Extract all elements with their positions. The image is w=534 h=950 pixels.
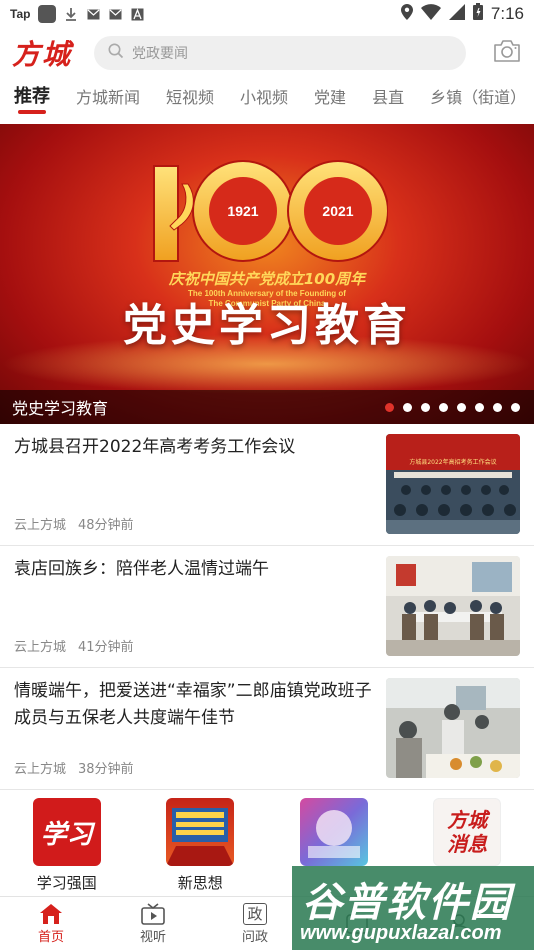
emblem-year-start: 1921: [227, 203, 258, 219]
news-title: 方城县召开2022年高考考务工作会议: [14, 437, 296, 457]
carousel-dot[interactable]: [403, 402, 412, 412]
carousel-dot[interactable]: [493, 402, 502, 412]
nav-video[interactable]: 视听: [102, 897, 204, 950]
tab-towns[interactable]: 乡镇（街道）: [430, 78, 526, 118]
app-label: 新思想: [177, 874, 223, 892]
fangcheng-news-icon-text: 方城消息: [447, 808, 488, 856]
nav-label: 首页: [37, 930, 64, 945]
news-thumbnail: 方城县2022年高招考务工作会议: [386, 434, 520, 534]
app-label: 学习强国: [36, 874, 97, 892]
banner-caption-bar: 党史学习教育: [0, 390, 534, 424]
carousel-dot[interactable]: [439, 402, 448, 412]
emblem-year-end: 2021: [322, 203, 353, 219]
thumb-caption: 方城县2022年高招考务工作会议: [409, 458, 496, 466]
news-meta: 云上方城 48分钟前: [14, 514, 146, 533]
tab-recommend[interactable]: 推荐: [14, 78, 50, 118]
news-title: 袁店回族乡：陪伴老人温情过端午: [14, 559, 269, 579]
zheng-icon: 政: [243, 902, 267, 926]
mail-icon: [86, 7, 100, 21]
news-item[interactable]: 情暖端午，把爱送进“幸福家”二郎庙镇党政班子成员与五保老人共度端午佳节 云上方城…: [0, 668, 534, 790]
search-icon: [108, 43, 124, 63]
news-title: 情暖端午，把爱送进“幸福家”二郎庙镇党政班子成员与五保老人共度端午佳节: [14, 681, 372, 728]
tab-mini-video[interactable]: 小视频: [240, 78, 288, 118]
news-time: 48分钟前: [78, 518, 134, 533]
battery-icon: [472, 3, 483, 25]
app-logo: 方城: [12, 38, 73, 71]
tab-party-building[interactable]: 党建: [314, 78, 346, 118]
app-header: 方城 党政要闻: [0, 30, 534, 76]
banner-carousel[interactable]: 1921 2021 庆祝中国共产党成立100周年 The 100th Anniv…: [0, 124, 534, 424]
category-tabs: 推荐 方城新闻 短视频 小视频 党建 县直 乡镇（街道）: [0, 78, 534, 122]
notification-app-icon: [38, 5, 57, 23]
news-thumbnail: [386, 556, 520, 656]
carousel-indicator: [385, 402, 520, 412]
app-new-thought[interactable]: 新思想: [134, 790, 268, 898]
news-source: 云上方城: [14, 762, 67, 777]
news-source: 云上方城: [14, 640, 67, 655]
download-icon: [64, 7, 78, 21]
tab-county[interactable]: 县直: [372, 78, 404, 118]
xuexi-icon-text: 学习: [40, 819, 93, 850]
news-meta: 云上方城 41分钟前: [14, 636, 146, 655]
banner-caption: 党史学习教育: [12, 399, 109, 418]
tv-icon: [141, 902, 165, 926]
centenary-emblem: 1921 2021: [153, 160, 388, 262]
banner-main-text: 党史学习教育: [123, 300, 411, 351]
location-icon: [400, 3, 413, 25]
tab-fangcheng-news[interactable]: 方城新闻: [76, 78, 140, 118]
news-time: 38分钟前: [78, 762, 134, 777]
watermark-text: 谷普软件园: [302, 880, 512, 926]
app-a-icon: [130, 7, 144, 21]
nav-label: 视听: [139, 930, 166, 945]
carousel-dot[interactable]: [385, 402, 394, 412]
news-meta: 云上方城 38分钟前: [14, 758, 146, 777]
carousel-dot[interactable]: [511, 402, 520, 412]
news-list: 方城县召开2022年高考考务工作会议 云上方城 48分钟前 方城县2022年高招考…: [0, 424, 534, 790]
tab-short-video[interactable]: 短视频: [166, 78, 214, 118]
carousel-dot[interactable]: [457, 402, 466, 412]
banner-subtitle-cn: 庆祝中国共产党成立100周年: [168, 270, 366, 288]
watermark-url: www.gupuxlazal.com: [300, 922, 502, 944]
fangcheng-news-icon: 方城消息: [433, 798, 502, 866]
xuexi-icon: 学习: [32, 798, 101, 866]
home-icon: [39, 902, 63, 926]
carousel-dot[interactable]: [475, 402, 484, 412]
third-app-icon: [299, 798, 368, 866]
carousel-dot[interactable]: [421, 402, 430, 412]
site-watermark: 谷普软件园 www.gupuxlazal.com: [292, 866, 534, 950]
nav-label: 问政: [241, 930, 268, 945]
new-thought-icon: [166, 798, 235, 866]
camera-button[interactable]: [492, 40, 522, 66]
news-item[interactable]: 方城县召开2022年高考考务工作会议 云上方城 48分钟前 方城县2022年高招考…: [0, 424, 534, 546]
nav-home[interactable]: 首页: [0, 897, 102, 950]
news-time: 41分钟前: [78, 640, 134, 655]
nav-inquiry[interactable]: 政 问政: [204, 897, 306, 950]
signal-icon: [448, 3, 465, 25]
camera-icon: [493, 39, 521, 67]
status-time: 7:16: [490, 4, 524, 23]
search-placeholder: 党政要闻: [132, 46, 188, 62]
mail-icon-2: [108, 7, 122, 21]
status-bar: Tap 7:16: [0, 0, 534, 28]
status-app-label: Tap: [10, 7, 31, 21]
news-source: 云上方城: [14, 518, 67, 533]
news-item[interactable]: 袁店回族乡：陪伴老人温情过端午 云上方城 41分钟前: [0, 546, 534, 668]
app-xuexi-qiangguo[interactable]: 学习 学习强国: [0, 790, 134, 898]
news-thumbnail: [386, 678, 520, 778]
search-bar[interactable]: 党政要闻: [94, 36, 466, 70]
wifi-icon: [420, 3, 441, 25]
